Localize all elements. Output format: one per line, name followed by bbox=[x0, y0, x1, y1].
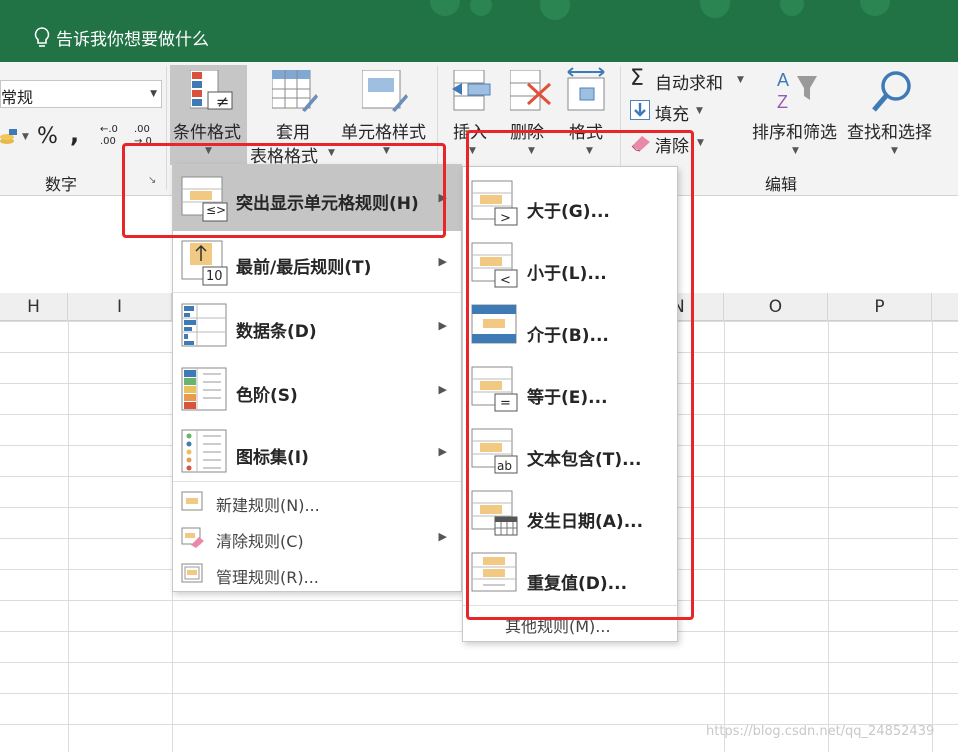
menu-item-label: 色阶(S) bbox=[236, 386, 298, 406]
color-scales-icon bbox=[181, 367, 229, 413]
conditional-format-label: 条件格式 bbox=[173, 123, 241, 143]
lightbulb-icon bbox=[34, 26, 50, 49]
menu-separator bbox=[173, 481, 461, 482]
column-header-i[interactable]: I bbox=[68, 293, 172, 321]
grid-line bbox=[828, 321, 829, 752]
table-format-icon[interactable] bbox=[271, 69, 318, 114]
number-group-label: 数字 bbox=[45, 175, 78, 194]
chevron-right-icon: ▶ bbox=[438, 445, 447, 458]
menu-item-clear-rules[interactable]: 清除规则(C) ▶ bbox=[173, 519, 461, 555]
number-format-select[interactable]: 常规 ▼ bbox=[0, 80, 162, 108]
annotation-box-menu bbox=[122, 143, 446, 238]
svg-text:Z: Z bbox=[777, 92, 788, 112]
grid-line bbox=[724, 321, 725, 752]
title-bar: 告诉我你想要做什么 bbox=[0, 0, 958, 62]
grid-line bbox=[932, 321, 933, 752]
chevron-right-icon: ▶ bbox=[438, 530, 447, 543]
number-format-value: 常规 bbox=[1, 88, 34, 107]
chevron-down-icon[interactable]: ▼ bbox=[697, 138, 704, 148]
menu-item-label: 管理规则(R)... bbox=[216, 568, 319, 587]
search-icon[interactable] bbox=[870, 68, 916, 114]
data-bars-icon bbox=[181, 303, 229, 349]
sort-filter-icon[interactable]: A Z bbox=[775, 68, 821, 112]
sort-filter-label: 排序和筛选 bbox=[752, 123, 837, 143]
chevron-down-icon[interactable]: ▼ bbox=[696, 106, 703, 116]
cell-styles-label: 单元格样式 bbox=[341, 123, 426, 143]
column-header-h[interactable]: H bbox=[0, 293, 68, 321]
autosum-label[interactable]: 自动求和 bbox=[655, 69, 723, 94]
title-decoration bbox=[430, 0, 460, 16]
icon-sets-icon bbox=[181, 429, 229, 475]
svg-text:A: A bbox=[777, 70, 789, 90]
title-decoration bbox=[860, 0, 890, 16]
chevron-down-icon: ▼ bbox=[150, 89, 157, 99]
chevron-down-icon[interactable]: ▼ bbox=[737, 75, 744, 85]
menu-item-data-bars[interactable]: 数据条(D) ▶ bbox=[173, 295, 461, 357]
chevron-down-icon[interactable]: ▼ bbox=[22, 132, 29, 142]
comma-button[interactable]: , bbox=[70, 120, 79, 148]
chevron-right-icon: ▶ bbox=[438, 255, 447, 268]
new-rule-icon bbox=[181, 491, 203, 511]
column-header-o[interactable]: O bbox=[724, 293, 828, 321]
menu-item-label: 最前/最后规则(T) bbox=[236, 258, 372, 278]
chevron-down-icon: ▼ bbox=[891, 146, 898, 156]
menu-item-manage-rules[interactable]: 管理规则(R)... bbox=[173, 555, 461, 591]
watermark: https://blog.csdn.net/qq_24852439 bbox=[706, 724, 935, 739]
editing-group-label: 编辑 bbox=[765, 175, 798, 194]
tell-me-box[interactable]: 告诉我你想要做什么 bbox=[34, 25, 209, 50]
menu-item-label: 图标集(I) bbox=[236, 448, 309, 468]
manage-rules-icon bbox=[181, 563, 203, 583]
menu-item-new-rule[interactable]: 新建规则(N)... bbox=[173, 483, 461, 519]
sum-icon[interactable]: Σ bbox=[630, 66, 644, 91]
delete-cells-icon[interactable] bbox=[509, 69, 556, 112]
menu-item-color-scales[interactable]: 色阶(S) ▶ bbox=[173, 359, 461, 421]
cell-styles-icon[interactable] bbox=[361, 69, 408, 114]
table-format-label: 套用 bbox=[276, 123, 310, 143]
annotation-box-submenu bbox=[466, 130, 694, 620]
menu-item-label: 清除规则(C) bbox=[216, 532, 304, 551]
top-bottom-badge-glyph: 10 bbox=[206, 269, 223, 284]
menu-separator bbox=[173, 292, 461, 293]
title-decoration bbox=[780, 0, 804, 16]
menu-item-label: 新建规则(N)... bbox=[216, 496, 320, 515]
column-header-p[interactable]: P bbox=[828, 293, 932, 321]
menu-item-label: 数据条(D) bbox=[236, 322, 317, 342]
chevron-right-icon: ▶ bbox=[438, 383, 447, 396]
insert-cells-icon[interactable] bbox=[450, 69, 492, 112]
not-equal-glyph: ≠ bbox=[216, 92, 230, 111]
fill-label[interactable]: 填充 bbox=[655, 100, 689, 125]
percent-button[interactable]: % bbox=[37, 124, 58, 149]
chevron-down-icon: ▼ bbox=[792, 146, 799, 156]
grid-line bbox=[68, 321, 69, 752]
menu-item-icon-sets[interactable]: 图标集(I) ▶ bbox=[173, 421, 461, 483]
fill-down-icon[interactable] bbox=[630, 100, 650, 120]
find-select-label: 查找和选择 bbox=[847, 123, 932, 143]
title-decoration bbox=[470, 0, 492, 16]
tell-me-text: 告诉我你想要做什么 bbox=[56, 30, 209, 50]
format-cells-icon[interactable] bbox=[566, 66, 608, 112]
currency-icon[interactable] bbox=[0, 126, 18, 148]
chevron-right-icon: ▶ bbox=[438, 319, 447, 332]
menu-item-top-bottom-rules[interactable]: 10 最前/最后规则(T) ▶ bbox=[173, 233, 461, 293]
title-decoration bbox=[700, 0, 730, 18]
title-decoration bbox=[540, 0, 570, 20]
clear-rules-icon bbox=[181, 527, 205, 549]
